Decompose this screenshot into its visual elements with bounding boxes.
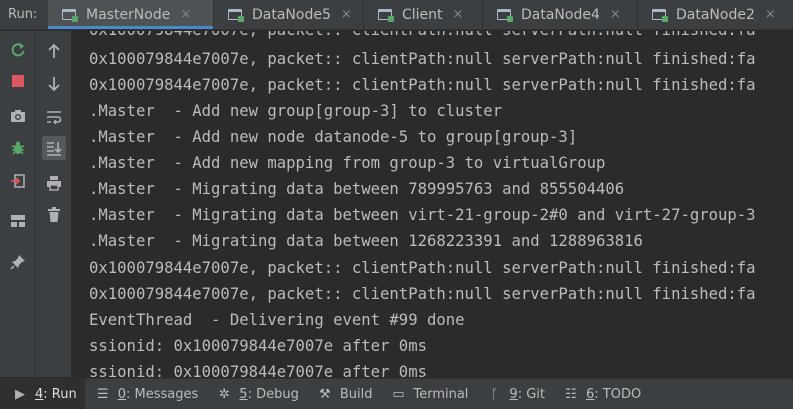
tool-tab-run[interactable]: ▶ 4: Run xyxy=(0,378,85,409)
tool-tab-terminal[interactable]: ▭ Terminal xyxy=(380,379,476,409)
run-toolbar-secondary xyxy=(36,31,72,377)
tab-label: DataNode5 xyxy=(252,6,331,23)
close-icon[interactable]: × xyxy=(453,7,464,22)
tab-datanode4[interactable]: DataNode4 × xyxy=(483,0,638,29)
console-output[interactable]: 0x100079844e7007e, packet:: clientPath:n… xyxy=(73,31,793,377)
console-line: 0x100079844e7007e, packet:: clientPath:n… xyxy=(89,76,756,94)
messages-icon: ☰ xyxy=(96,386,109,402)
console-line: .Master - Migrating data between virt-21… xyxy=(89,206,756,224)
exit-icon[interactable] xyxy=(6,169,30,193)
down-arrow-icon[interactable] xyxy=(42,72,66,96)
rerun-icon[interactable] xyxy=(6,38,30,62)
run-label: Run: xyxy=(8,7,38,22)
console-line: 0x100079844e7007e, packet:: clientPath:n… xyxy=(89,285,756,303)
tool-window-bar: ▶ 4: Run ☰ 0: Messages ✲ 5: Debug ⚒ Buil… xyxy=(0,378,793,409)
tool-tab-messages[interactable]: ☰ 0: Messages xyxy=(85,379,207,409)
console-line: ssionid: 0x100079844e7007e after 0ms xyxy=(89,337,427,355)
git-branch-icon: ᚴ xyxy=(490,386,499,402)
pin-icon[interactable] xyxy=(6,250,30,274)
tab-datanode2[interactable]: DataNode2 × xyxy=(638,0,793,29)
soft-wrap-icon[interactable] xyxy=(42,105,66,129)
run-tab-bar: Run: MasterNode × DataNode5 × Client × D… xyxy=(0,0,793,30)
console-line: 0x100079844e7007e, packet:: clientPath:n… xyxy=(89,31,756,43)
console-line: 0x100079844e7007e, packet:: clientPath:n… xyxy=(89,259,756,277)
run-config-icon xyxy=(378,8,394,22)
layout-icon[interactable] xyxy=(6,209,30,233)
run-toolbar-primary xyxy=(0,31,36,377)
tab-datanode5[interactable]: DataNode5 × xyxy=(214,0,364,29)
trash-icon[interactable] xyxy=(42,203,66,227)
tab-label: DataNode2 xyxy=(676,6,755,23)
close-icon[interactable]: × xyxy=(341,7,352,22)
console-line: .Master - Add new mapping from group-3 t… xyxy=(89,154,606,172)
tool-tab-build[interactable]: ⚒ Build xyxy=(307,379,381,409)
tab-label: MasterNode xyxy=(86,6,171,23)
run-config-icon xyxy=(652,8,668,22)
console-line: .Master - Add new group[group-3] to clus… xyxy=(89,102,503,120)
scroll-to-end-icon[interactable] xyxy=(42,136,66,160)
tool-tab-git[interactable]: ᚴ 9: Git xyxy=(476,379,553,409)
run-config-icon xyxy=(228,8,244,22)
up-arrow-icon[interactable] xyxy=(42,39,66,63)
tab-label: Client xyxy=(402,6,443,23)
todo-list-icon: ☷ xyxy=(565,386,577,402)
tab-label: DataNode4 xyxy=(521,6,600,23)
tool-tab-todo[interactable]: ☷ 6: TODO xyxy=(553,379,649,409)
debug-bug-icon[interactable] xyxy=(6,136,30,160)
run-config-icon xyxy=(497,8,513,22)
terminal-icon: ▭ xyxy=(392,386,405,402)
console-line: 0x100079844e7007e, packet:: clientPath:n… xyxy=(89,50,756,68)
close-icon[interactable]: × xyxy=(765,7,776,22)
print-icon[interactable] xyxy=(42,171,66,195)
console-line: .Master - Migrating data between 7899957… xyxy=(89,180,625,198)
debug-icon: ✲ xyxy=(218,386,230,402)
console-line: ssionid: 0x100079844e7007e after 0ms xyxy=(89,363,427,377)
close-icon[interactable]: × xyxy=(610,7,621,22)
run-config-icon xyxy=(62,8,78,22)
console-line: .Master - Migrating data between 1268223… xyxy=(89,232,643,250)
stop-icon[interactable] xyxy=(6,69,30,93)
run-play-icon: ▶ xyxy=(15,386,25,402)
tab-masternode[interactable]: MasterNode × xyxy=(48,0,214,29)
tab-client[interactable]: Client × xyxy=(364,0,483,29)
camera-icon[interactable] xyxy=(6,104,30,128)
console-line: EventThread - Delivering event #99 done xyxy=(89,311,465,329)
console-line: .Master - Add new node datanode-5 to gro… xyxy=(89,128,578,146)
close-icon[interactable]: × xyxy=(180,7,191,22)
tool-tab-debug[interactable]: ✲ 5: Debug xyxy=(206,379,307,409)
hammer-icon: ⚒ xyxy=(319,386,331,402)
